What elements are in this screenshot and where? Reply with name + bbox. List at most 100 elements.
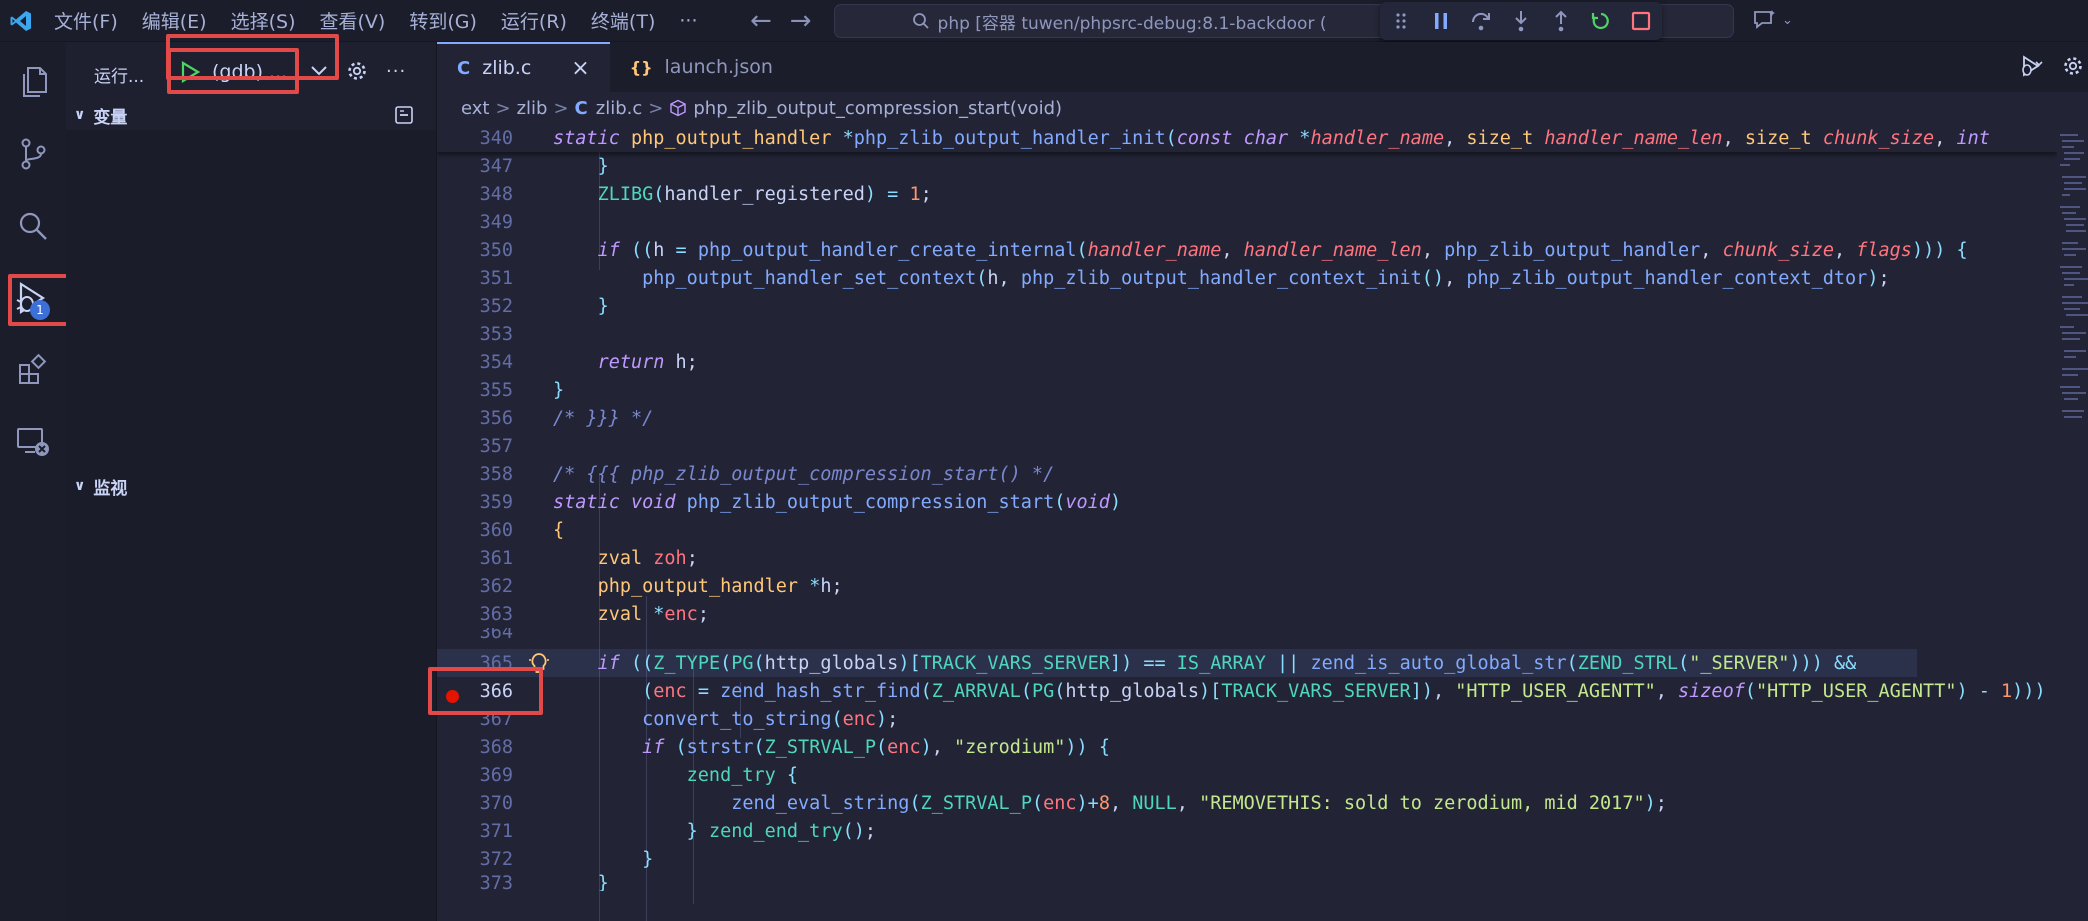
menu-run[interactable]: 运行(R) xyxy=(501,7,567,34)
code-line: /* }}} */ xyxy=(553,407,654,429)
breadcrumb: ext > zlib > C zlib.c > php_zlib_output_… xyxy=(437,92,2088,124)
code-line-row[interactable]: 368 if (strstr(Z_STRVAL_P(enc), "zerodiu… xyxy=(437,733,2057,761)
explorer-icon[interactable] xyxy=(0,52,66,112)
code-line-row[interactable]: 348 ZLIBG(handler_registered) = 1; xyxy=(437,180,2057,208)
code-line: static void php_zlib_output_compression_… xyxy=(553,491,1122,513)
code-line-row[interactable]: 359 static void php_zlib_output_compressi… xyxy=(437,488,2057,516)
breadcrumb-separator: > xyxy=(553,97,569,119)
code-line: { xyxy=(553,519,565,541)
code-line-row[interactable]: 360 { xyxy=(437,516,2057,544)
tab-label: zlib.c xyxy=(482,57,532,79)
extensions-icon[interactable] xyxy=(0,340,66,400)
code-line: } xyxy=(597,295,609,317)
debug-toolbar xyxy=(1380,2,1662,40)
tab-launch-json[interactable]: {} launch.json xyxy=(609,42,807,92)
editor-area: C zlib.c × {} launch.json ext > zlib > C… xyxy=(437,42,2088,921)
line-number: 348 xyxy=(479,183,513,205)
code-line-row[interactable]: 373 } xyxy=(437,873,2057,891)
code-line-row[interactable]: 347 } xyxy=(437,152,2057,180)
highlight-box-config xyxy=(167,48,299,94)
breadcrumb-zlib[interactable]: zlib xyxy=(517,98,548,119)
gutter xyxy=(513,376,553,404)
current-execution-line[interactable]: 366 (enc = zend_hash_str_find(Z_ARRVAL(P… xyxy=(437,677,2057,705)
menu-more[interactable]: ··· xyxy=(679,10,697,32)
breakpoint-code-line[interactable]: 365 if ((Z_TYPE(PG(http_globals)[TRACK_V… xyxy=(437,649,1917,677)
code-line-row[interactable]: 353 xyxy=(437,320,2057,348)
code-line-row[interactable]: 369 zend_try { xyxy=(437,761,2057,789)
json-file-icon: {} xyxy=(629,57,653,77)
breadcrumb-ext[interactable]: ext xyxy=(461,98,489,119)
sticky-scroll-line[interactable]: 340 static php_output_handler *php_zlib_o… xyxy=(437,124,2057,152)
code-line-row[interactable]: 350 if ((h = php_output_handler_create_i… xyxy=(437,236,2057,264)
code-line-row[interactable]: 361 zval zoh; xyxy=(437,544,2057,572)
gutter xyxy=(513,628,553,648)
line-number: 373 xyxy=(479,873,513,891)
pause-icon[interactable] xyxy=(1428,8,1454,34)
code-line: zval *enc; xyxy=(597,603,709,625)
c-file-icon: C xyxy=(457,57,471,79)
symbol-method-icon xyxy=(670,99,687,117)
line-number: 357 xyxy=(479,435,513,457)
code-line-row[interactable]: 356 /* }}} */ xyxy=(437,404,2057,432)
line-number: 368 xyxy=(479,736,513,758)
code-line-row[interactable]: 364 xyxy=(437,628,2057,648)
code-line-row[interactable]: 351 php_output_handler_set_context(h, ph… xyxy=(437,264,2057,292)
back-arrow-icon[interactable]: ← xyxy=(750,6,772,36)
menu-selection[interactable]: 选择(S) xyxy=(231,7,296,34)
run-debug-file-icon[interactable] xyxy=(2018,54,2044,78)
code-line-row[interactable]: 372 } xyxy=(437,845,2057,873)
forward-arrow-icon[interactable]: → xyxy=(790,6,812,36)
code-editor[interactable]: 340 static php_output_handler *php_zlib_o… xyxy=(437,124,2057,921)
source-control-icon[interactable] xyxy=(0,124,66,184)
gutter xyxy=(513,348,553,376)
code-line-row[interactable]: 363 zval *enc; xyxy=(437,600,2057,628)
code-line-row[interactable]: 371 } zend_end_try(); xyxy=(437,817,2057,845)
code-line-row[interactable]: 355} xyxy=(437,376,2057,404)
code-line-row[interactable]: 358 /* {{{ php_zlib_output_compression_st… xyxy=(437,460,2057,488)
close-icon[interactable]: × xyxy=(571,56,589,81)
line-number: 359 xyxy=(479,491,513,513)
highlight-box-debug xyxy=(8,274,73,326)
watch-section-header[interactable]: ∨ 监视 xyxy=(66,471,436,501)
code-line-row[interactable]: 367 convert_to_string(enc); xyxy=(437,705,2057,733)
gutter xyxy=(513,600,553,628)
code-line-row[interactable]: 354 return h; xyxy=(437,348,2057,376)
line-number: 370 xyxy=(479,792,513,814)
menu-terminal[interactable]: 终端(T) xyxy=(591,7,655,34)
gear-icon[interactable] xyxy=(346,60,368,82)
gutter xyxy=(513,488,553,516)
code-line-row[interactable]: 362 php_output_handler *h; xyxy=(437,572,2057,600)
menu-bar: 文件(F) 编辑(E) 选择(S) 查看(V) 转到(G) 运行(R) 终端(T… xyxy=(54,7,721,34)
step-into-icon[interactable] xyxy=(1508,8,1534,34)
breadcrumb-file[interactable]: zlib.c xyxy=(596,98,643,119)
search-icon[interactable] xyxy=(0,196,66,256)
code-line: } xyxy=(597,873,609,891)
step-out-icon[interactable] xyxy=(1548,8,1574,34)
gutter xyxy=(513,516,553,544)
restart-icon[interactable] xyxy=(1588,8,1614,34)
gear-icon[interactable] xyxy=(2062,55,2084,77)
chat-icon[interactable]: ⌄ xyxy=(1752,8,1793,32)
variables-title: 变量 xyxy=(93,107,128,128)
code-line-row[interactable]: 349 xyxy=(437,208,2057,236)
variables-section-header[interactable]: ∨ 变量 xyxy=(66,100,436,130)
code-line-row[interactable]: 370 zend_eval_string(Z_STRVAL_P(enc)+8, … xyxy=(437,789,2057,817)
code-line-row[interactable]: 352 } xyxy=(437,292,2057,320)
breadcrumb-symbol[interactable]: php_zlib_output_compression_start(void) xyxy=(693,98,1062,119)
more-actions-icon[interactable]: ··· xyxy=(386,61,406,82)
line-number: 350 xyxy=(479,239,513,261)
menu-edit[interactable]: 编辑(E) xyxy=(142,7,207,34)
menu-view[interactable]: 查看(V) xyxy=(320,7,386,34)
remote-explorer-icon[interactable] xyxy=(0,412,66,472)
tab-zlib-c[interactable]: C zlib.c × xyxy=(437,42,610,92)
menu-file[interactable]: 文件(F) xyxy=(54,7,118,34)
collapse-all-icon[interactable] xyxy=(394,105,414,125)
code-line-row[interactable]: 357 xyxy=(437,432,2057,460)
minimap[interactable] xyxy=(2058,124,2088,444)
stop-icon[interactable] xyxy=(1628,8,1654,34)
gutter xyxy=(513,845,553,873)
drag-handle-icon[interactable] xyxy=(1388,8,1414,34)
gutter xyxy=(513,404,553,432)
menu-go[interactable]: 转到(G) xyxy=(409,7,477,34)
step-over-icon[interactable] xyxy=(1468,8,1494,34)
